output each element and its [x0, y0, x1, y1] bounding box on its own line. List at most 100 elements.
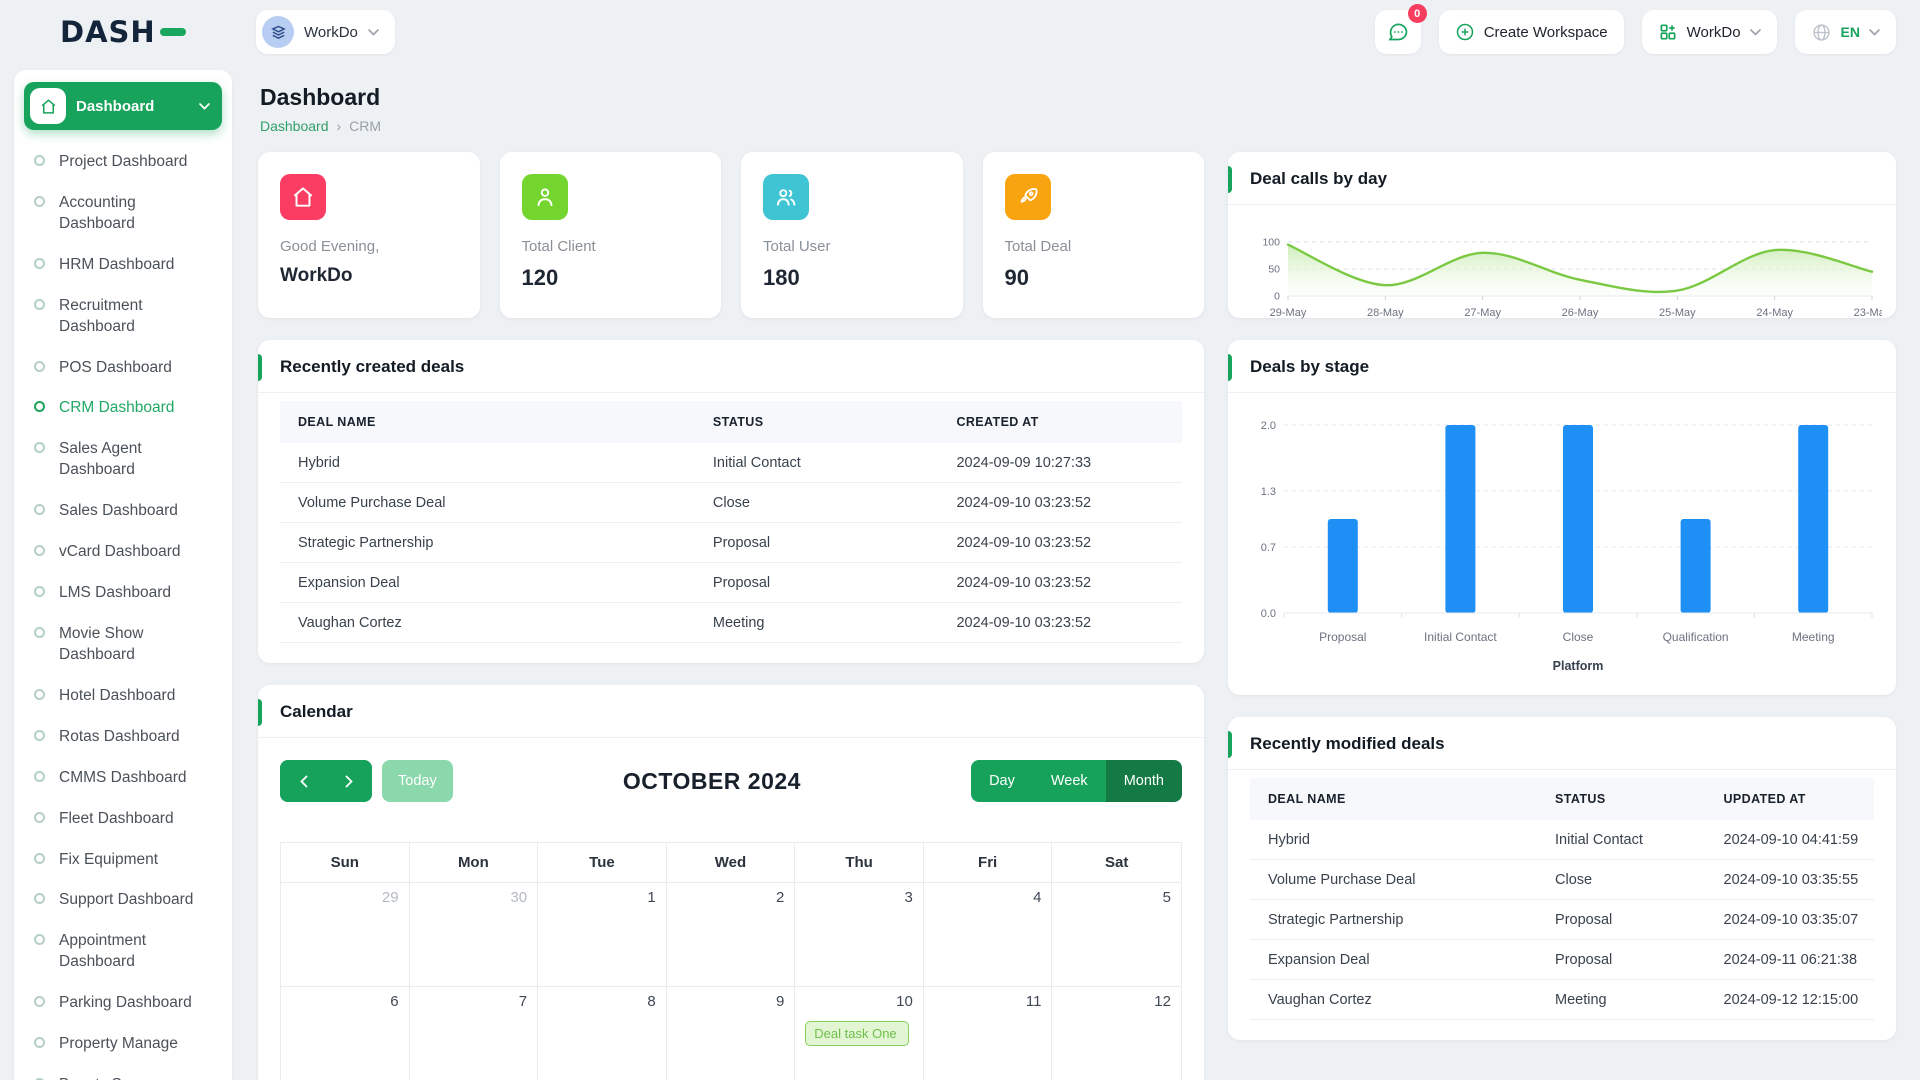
circle-icon: [34, 996, 45, 1007]
table-row: Expansion DealProposal2024-09-10 03:23:5…: [280, 563, 1182, 603]
calendar-cell[interactable]: 30: [410, 883, 539, 987]
sidebar-item[interactable]: LMS Dashboard: [34, 583, 216, 604]
sidebar-item[interactable]: Appointment Dashboard: [34, 931, 216, 973]
circle-icon: [34, 1037, 45, 1048]
sidebar-item[interactable]: vCard Dashboard: [34, 542, 216, 563]
calendar-event[interactable]: Deal task One: [805, 1021, 909, 1046]
sidebar-item[interactable]: Fleet Dashboard: [34, 809, 216, 830]
table-cell: Proposal: [695, 575, 939, 591]
table-cell: Proposal: [1537, 952, 1705, 968]
stat-value: 90: [1005, 265, 1183, 291]
deal-calls-panel: Deal calls by day 10050029-May28-May27-M…: [1228, 152, 1896, 318]
svg-text:0.7: 0.7: [1261, 542, 1276, 554]
area-chart-svg: 10050029-May28-May27-May26-May25-May24-M…: [1242, 211, 1882, 329]
calendar-cell[interactable]: 29: [281, 883, 410, 987]
sidebar-item[interactable]: HRM Dashboard: [34, 255, 216, 276]
breadcrumb-dashboard-link[interactable]: Dashboard: [260, 118, 329, 134]
title-accent-bar: [258, 354, 262, 381]
stat-value: WorkDo: [280, 265, 458, 287]
stat-cards: Good Evening,WorkDoTotal Client120Total …: [258, 152, 1204, 318]
table-header-cell: CREATED AT: [938, 415, 1182, 429]
view-month-button[interactable]: Month: [1106, 760, 1182, 802]
prev-button[interactable]: [280, 760, 326, 802]
sidebar-item[interactable]: Fix Equipment: [34, 850, 216, 871]
today-button[interactable]: Today: [382, 760, 453, 802]
calendar-cell[interactable]: 9: [667, 987, 796, 1080]
sidebar-item[interactable]: Beauty Spa Dashboard: [34, 1075, 216, 1080]
calendar-day-number: 12: [1154, 993, 1171, 1010]
title-accent-bar: [258, 699, 262, 726]
sidebar-item-label: POS Dashboard: [59, 358, 211, 379]
sidebar-item-label: vCard Dashboard: [59, 542, 211, 563]
calendar-weekday-header: Thu: [795, 843, 924, 883]
plus-circle-icon: [1455, 22, 1475, 42]
sidebar-group-dashboard[interactable]: Dashboard: [24, 82, 222, 130]
sidebar-item-label: Sales Dashboard: [59, 501, 211, 522]
calendar-cell[interactable]: 5: [1052, 883, 1181, 987]
recently-modified-deals-table: DEAL NAMESTATUSUPDATED ATHybridInitial C…: [1228, 770, 1896, 1040]
sidebar-item-label: CRM Dashboard: [59, 398, 211, 419]
sidebar-item[interactable]: Movie Show Dashboard: [34, 624, 216, 666]
table-cell: Proposal: [695, 535, 939, 551]
calendar-cell[interactable]: 10Deal task One: [795, 987, 924, 1080]
sidebar-item[interactable]: Support Dashboard: [34, 890, 216, 911]
sidebar-item[interactable]: Property Manage: [34, 1034, 216, 1055]
workspace-menu-button[interactable]: WorkDo: [1642, 10, 1777, 54]
sidebar-item[interactable]: Sales Agent Dashboard: [34, 439, 216, 481]
sidebar-item-label: Project Dashboard: [59, 152, 211, 173]
main-layout: Dashboard Project Dashboard Accounting Da…: [0, 64, 1920, 1080]
recently-created-deals-panel: Recently created deals DEAL NAMESTATUSCR…: [258, 340, 1204, 663]
sidebar-item[interactable]: Hotel Dashboard: [34, 686, 216, 707]
sidebar-item[interactable]: Rotas Dashboard: [34, 727, 216, 748]
calendar-cell[interactable]: 1: [538, 883, 667, 987]
view-week-button[interactable]: Week: [1033, 760, 1106, 802]
sidebar-item[interactable]: CMMS Dashboard: [34, 768, 216, 789]
table-cell: 2024-09-11 06:21:38: [1706, 952, 1874, 968]
sidebar-item[interactable]: Sales Dashboard: [34, 501, 216, 522]
sidebar-item[interactable]: Recruitment Dashboard: [34, 296, 216, 338]
sidebar-item[interactable]: POS Dashboard: [34, 358, 216, 379]
table-cell: Proposal: [1537, 912, 1705, 928]
circle-icon: [34, 442, 45, 453]
calendar-cell[interactable]: 7: [410, 987, 539, 1080]
sidebar-item[interactable]: Accounting Dashboard: [34, 193, 216, 235]
table-cell: Close: [695, 495, 939, 511]
calendar-weekday-header: Sun: [281, 843, 410, 883]
circle-icon: [34, 361, 45, 372]
chevron-right-icon: [345, 775, 354, 788]
sidebar-item-label: Property Manage: [59, 1034, 211, 1055]
calendar-body: Today OCTOBER 2024 DayWeekMonth SunMonTu…: [258, 738, 1204, 1080]
table-row: Volume Purchase DealClose2024-09-10 03:3…: [1250, 860, 1874, 900]
panel-title: Recently created deals: [280, 357, 1182, 377]
svg-text:Meeting: Meeting: [1792, 630, 1835, 644]
calendar-cell[interactable]: 12: [1052, 987, 1181, 1080]
svg-text:Platform: Platform: [1553, 659, 1604, 673]
table-cell: 2024-09-10 03:23:52: [938, 495, 1182, 511]
sidebar-item[interactable]: CRM Dashboard: [34, 398, 216, 419]
language-button[interactable]: EN: [1795, 10, 1896, 54]
workspace-avatar: [262, 16, 294, 48]
sidebar-item-label: Fleet Dashboard: [59, 809, 211, 830]
calendar-cell[interactable]: 6: [281, 987, 410, 1080]
sidebar-item[interactable]: Project Dashboard: [34, 152, 216, 173]
calendar-cell[interactable]: 3: [795, 883, 924, 987]
svg-text:25-May: 25-May: [1659, 307, 1696, 319]
calendar-cell[interactable]: 2: [667, 883, 796, 987]
next-button[interactable]: [326, 760, 372, 802]
calendar-grid: SunMonTueWedThuFriSat293012345678910Deal…: [280, 842, 1182, 1080]
view-day-button[interactable]: Day: [971, 760, 1033, 802]
circle-icon: [34, 196, 45, 207]
svg-text:29-May: 29-May: [1270, 307, 1307, 319]
messages-button[interactable]: 0: [1375, 10, 1421, 54]
user-icon: [522, 174, 568, 220]
calendar-cell[interactable]: 11: [924, 987, 1053, 1080]
stat-value: 180: [763, 265, 941, 291]
create-workspace-button[interactable]: Create Workspace: [1439, 10, 1624, 54]
calendar-cell[interactable]: 4: [924, 883, 1053, 987]
panel-title-row: Recently created deals: [258, 340, 1204, 392]
calendar-day-number: 1: [647, 889, 655, 906]
sidebar-item[interactable]: Parking Dashboard: [34, 993, 216, 1014]
calendar-cell[interactable]: 8: [538, 987, 667, 1080]
workspace-chip[interactable]: WorkDo: [256, 10, 395, 54]
circle-icon: [34, 401, 45, 412]
